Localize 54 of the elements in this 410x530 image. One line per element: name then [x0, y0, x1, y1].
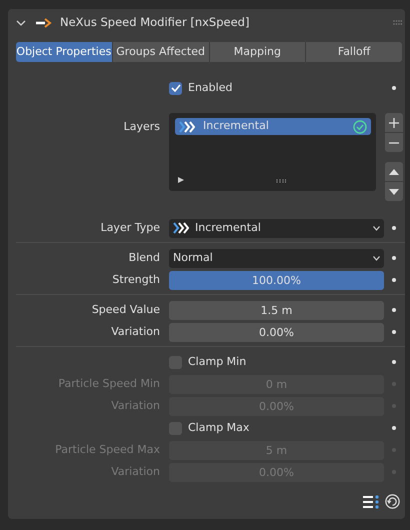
- collapse-chevron-icon[interactable]: [16, 18, 26, 26]
- keyframe-dot[interactable]: [392, 226, 396, 230]
- keyframe-dot[interactable]: [392, 426, 396, 430]
- tab[interactable]: Groups Affected: [112, 42, 208, 62]
- layer-name: Incremental: [203, 118, 270, 134]
- triangle-down-icon: [389, 188, 399, 196]
- double-chevron-icon: [179, 120, 195, 132]
- keyframe-dot[interactable]: [392, 308, 396, 312]
- checkbox-label[interactable]: Clamp Max: [188, 420, 250, 436]
- checkbox-label[interactable]: Clamp Min: [188, 354, 246, 370]
- tab[interactable]: Mapping: [210, 42, 306, 62]
- checkbox[interactable]: [169, 82, 182, 94]
- checkmark-icon: [170, 84, 180, 92]
- panel-title: NeXus Speed Modifier [nxSpeed]: [60, 14, 250, 31]
- modifier-arrow-icon: [36, 18, 54, 28]
- triangle-up-icon: [389, 168, 399, 176]
- tab[interactable]: Object Properties: [16, 42, 112, 62]
- list-add-button[interactable]: [385, 113, 403, 132]
- keyframe-dot[interactable]: [392, 278, 396, 282]
- list-remove-button[interactable]: [385, 133, 403, 152]
- list-up-button[interactable]: [385, 162, 403, 181]
- caret-icon: [373, 256, 380, 260]
- field-label: Variation: [111, 464, 160, 478]
- layer-item[interactable]: Incremental: [175, 118, 371, 135]
- field-label: Variation: [111, 324, 160, 338]
- list-options-icon[interactable]: [363, 494, 379, 508]
- number-field[interactable]: 1.5 m: [169, 300, 384, 320]
- tab[interactable]: Falloff: [306, 42, 402, 62]
- number-field[interactable]: 0.00%: [169, 322, 384, 342]
- field-label: Speed Value: [92, 302, 160, 316]
- keyframe-dot[interactable]: [392, 86, 396, 90]
- keyframe-dot[interactable]: [392, 256, 396, 260]
- checkbox-label[interactable]: Enabled: [188, 80, 232, 96]
- refresh-icon[interactable]: [385, 494, 400, 509]
- resize-grip-icon[interactable]: [276, 179, 286, 183]
- field-label: Particle Speed Max: [55, 442, 160, 456]
- slider-field[interactable]: 100.00%: [169, 270, 384, 290]
- dropdown[interactable]: Incremental: [169, 218, 384, 238]
- caret-icon: [373, 226, 380, 230]
- keyframe-dot[interactable]: [392, 330, 396, 334]
- field-label: Strength: [112, 272, 160, 286]
- double-chevron-icon: [173, 222, 189, 234]
- check-circle-icon[interactable]: [353, 120, 367, 134]
- keyframe-dot[interactable]: [392, 360, 396, 364]
- drag-grip-icon[interactable]: [393, 20, 402, 25]
- add-icon: [389, 118, 399, 128]
- field-label: Layers: [124, 120, 160, 133]
- field-label: Variation: [111, 398, 160, 412]
- dropdown[interactable]: Normal: [169, 248, 384, 268]
- expand-triangle-icon[interactable]: [178, 177, 184, 183]
- field-label: Layer Type: [100, 220, 160, 234]
- list-down-button[interactable]: [385, 182, 403, 201]
- field-label: Blend: [128, 250, 160, 264]
- field-label: Particle Speed Min: [58, 376, 160, 390]
